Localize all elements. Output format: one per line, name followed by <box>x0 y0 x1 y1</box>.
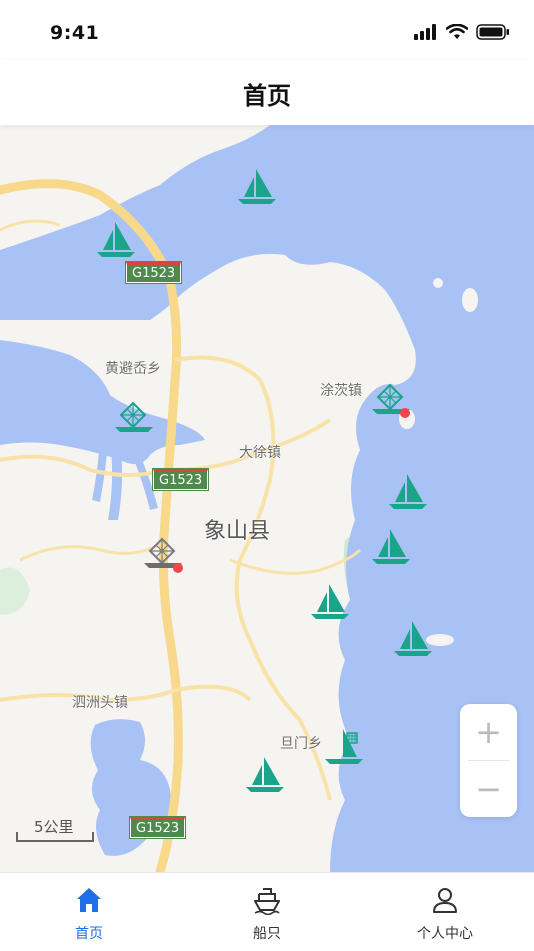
cellular-signal-icon <box>414 24 436 40</box>
tab-home[interactable]: 首页 <box>0 873 178 951</box>
home-icon <box>77 888 101 912</box>
wifi-icon <box>446 24 468 39</box>
place-label: 象山县 <box>204 519 271 544</box>
user-icon <box>433 888 457 913</box>
place-label: 泗洲头镇 <box>72 695 128 711</box>
zoom-control: + − <box>460 704 517 817</box>
status-bar: 9:41 <box>0 0 534 60</box>
place-label: 旦门乡 <box>280 736 322 752</box>
map-canvas[interactable] <box>0 125 534 872</box>
map-view[interactable]: 黄避岙乡 涂茨镇 大徐镇 象山县 泗洲头镇 旦门乡 G1523 G1523 G1… <box>0 125 534 872</box>
zoom-in-button[interactable]: + <box>460 704 517 760</box>
status-time: 9:41 <box>50 22 100 44</box>
road-badge: G1523 <box>130 817 186 838</box>
nav-bar: 首页 <box>0 60 534 125</box>
place-label: 涂茨镇 <box>320 383 362 399</box>
status-icons <box>414 24 510 40</box>
place-label: 黄避岙乡 <box>105 361 161 377</box>
tab-label: 个人中心 <box>417 926 473 942</box>
road-badge: G1523 <box>126 262 182 283</box>
tab-profile[interactable]: 个人中心 <box>356 873 534 951</box>
tab-ships[interactable]: 船只 <box>178 873 356 951</box>
scale-bar <box>16 832 94 842</box>
tab-label: 首页 <box>75 926 103 942</box>
ship-icon <box>254 888 280 915</box>
tab-label: 船只 <box>253 926 281 942</box>
road-badge: G1523 <box>153 469 209 490</box>
zoom-out-button[interactable]: − <box>460 761 517 817</box>
page-title: 首页 <box>243 82 291 110</box>
place-label: 大徐镇 <box>239 445 281 461</box>
battery-icon <box>476 24 509 40</box>
tab-bar: 首页 船只 个人中心 <box>0 872 534 951</box>
